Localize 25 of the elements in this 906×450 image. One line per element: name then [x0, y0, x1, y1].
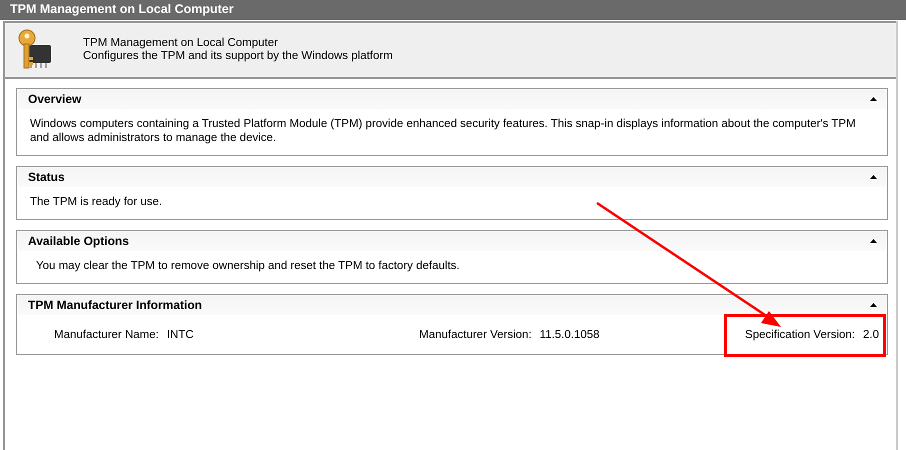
- section-header[interactable]: Available Options: [17, 231, 887, 251]
- section-header[interactable]: Status: [17, 167, 887, 187]
- section-title: Overview: [28, 92, 82, 106]
- section-text: The TPM is ready for use.: [30, 196, 162, 208]
- field-label: Specification Version:: [745, 328, 855, 342]
- field-label: Manufacturer Version:: [419, 328, 532, 342]
- collapse-icon[interactable]: [870, 303, 877, 307]
- header-subtitle: Configures the TPM and its support by the Windows platform: [83, 50, 393, 63]
- section-header[interactable]: TPM Manufacturer Information: [17, 295, 887, 315]
- field-value: 11.5.0.1058: [540, 328, 600, 342]
- field-label: Manufacturer Name:: [54, 328, 159, 342]
- header-title: TPM Management on Local Computer: [83, 37, 279, 50]
- collapse-icon[interactable]: [870, 239, 877, 243]
- collapse-icon[interactable]: [870, 97, 877, 101]
- key-chip-icon: [17, 29, 53, 71]
- section-title: Status: [28, 170, 65, 184]
- field-value: INTC: [166, 328, 194, 342]
- section-text: Windows computers containing a Trusted Platform Module (TPM) provide enhanced security features. This snap-in displays information about the computer's TPM and allows administrators to manage the device.: [30, 118, 856, 144]
- section-header[interactable]: Overview: [17, 89, 887, 109]
- section-title: TPM Manufacturer Information: [28, 298, 202, 312]
- section-text: You may clear the TPM to remove ownership and reset the TPM to factory defaults.: [36, 260, 460, 272]
- field-value: 2.0: [862, 328, 879, 342]
- window-title: TPM Management on Local Computer: [0, 0, 906, 20]
- section-title: Available Options: [28, 234, 129, 248]
- collapse-icon[interactable]: [870, 175, 877, 179]
